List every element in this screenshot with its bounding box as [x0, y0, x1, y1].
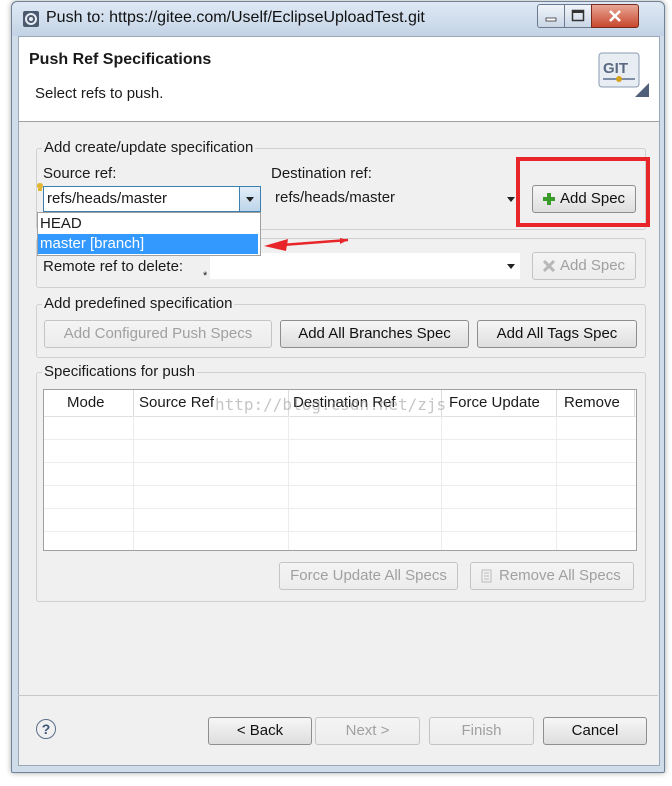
- grid-line: [44, 508, 636, 509]
- annotation-highlight-box: [516, 157, 650, 227]
- maximize-button[interactable]: [564, 4, 592, 28]
- annotation-arrow: [264, 238, 349, 251]
- grid-line: [44, 439, 636, 440]
- add-delete-spec-button[interactable]: Add Spec: [532, 252, 636, 280]
- dropdown-option-head[interactable]: HEAD: [38, 214, 258, 234]
- remove-all-specs-button[interactable]: Remove All Specs: [470, 562, 634, 590]
- specs-for-push-group-label: Specifications for push: [42, 363, 197, 380]
- source-ref-value: refs/heads/master: [47, 190, 168, 207]
- column-header-remove[interactable]: Remove: [564, 390, 620, 416]
- page-subtitle: Select refs to push.: [35, 85, 164, 102]
- page-title: Push Ref Specifications: [29, 51, 212, 68]
- window-title: Push to: https://gitee.com/Uself/Eclipse…: [46, 9, 425, 26]
- required-marker: *: [203, 270, 208, 282]
- column-header-source-ref[interactable]: Source Ref: [139, 390, 214, 416]
- source-ref-dropdown-list: HEAD master [branch]: [37, 212, 261, 256]
- column-separator: [133, 390, 134, 416]
- maximize-icon: [571, 9, 585, 22]
- grid-line: [288, 416, 289, 550]
- column-separator: [634, 390, 635, 416]
- remove-all-icon: [481, 569, 492, 583]
- grid-line: [44, 531, 636, 532]
- eclipse-app-icon: [23, 11, 39, 27]
- minimize-icon: [545, 17, 557, 22]
- back-button-label: < Back: [236, 722, 284, 739]
- source-ref-combo[interactable]: refs/heads/master: [43, 186, 261, 212]
- chevron-down-icon[interactable]: [507, 197, 515, 202]
- close-icon: [609, 10, 621, 22]
- next-button[interactable]: Next >: [315, 717, 420, 745]
- grid-line: [556, 416, 557, 550]
- chevron-down-icon: [246, 197, 254, 202]
- wizard-header: Push Ref Specifications Select refs to p…: [19, 37, 659, 122]
- source-ref-label: Source ref:: [43, 165, 117, 182]
- cancel-button[interactable]: Cancel: [543, 717, 647, 745]
- finish-button[interactable]: Finish: [429, 717, 534, 745]
- delete-x-icon: [543, 260, 555, 272]
- title-bar: Push to: https://gitee.com/Uself/Eclipse…: [12, 2, 664, 36]
- close-button[interactable]: [591, 4, 639, 28]
- source-ref-dropdown-button[interactable]: [239, 187, 260, 211]
- chevron-down-icon[interactable]: [507, 264, 515, 269]
- add-all-branches-spec-button[interactable]: Add All Branches Spec: [280, 320, 469, 348]
- column-header-force-update[interactable]: Force Update: [449, 390, 540, 416]
- create-spec-group-label: Add create/update specification: [42, 139, 256, 156]
- next-button-label: Next >: [345, 722, 390, 739]
- predefined-spec-group-label: Add predefined specification: [42, 295, 235, 312]
- add-configured-push-specs-button[interactable]: Add Configured Push Specs: [44, 320, 272, 348]
- remove-all-specs-button-label: Remove All Specs: [499, 567, 621, 584]
- destination-ref-value: refs/heads/master: [275, 189, 396, 206]
- git-logo-text: GIT: [603, 60, 628, 77]
- destination-ref-combo[interactable]: refs/heads/master: [270, 186, 520, 212]
- minimize-button[interactable]: [537, 4, 565, 28]
- help-icon[interactable]: ?: [36, 719, 56, 739]
- finish-button-label: Finish: [461, 722, 502, 739]
- column-separator: [556, 390, 557, 416]
- column-header-mode[interactable]: Mode: [67, 390, 105, 416]
- footer-separator: [18, 695, 658, 696]
- git-logo-icon: GIT: [598, 52, 649, 97]
- grid-line: [44, 485, 636, 486]
- add-all-tags-spec-button[interactable]: Add All Tags Spec: [477, 320, 637, 348]
- dropdown-option-master-branch[interactable]: master [branch]: [38, 234, 258, 254]
- force-update-all-specs-button[interactable]: Force Update All Specs: [279, 562, 458, 590]
- destination-ref-label: Destination ref:: [271, 165, 372, 182]
- remote-ref-to-delete-label: Remote ref to delete:: [43, 258, 184, 275]
- grid-line: [44, 462, 636, 463]
- watermark-text: http://blog.csdn.net/zjs: [215, 395, 447, 414]
- grid-line: [133, 416, 134, 550]
- remote-ref-to-delete-combo[interactable]: [210, 253, 520, 279]
- add-delete-spec-button-label: Add Spec: [560, 257, 626, 274]
- back-button[interactable]: < Back: [208, 717, 312, 745]
- grid-line: [441, 416, 442, 550]
- cancel-button-label: Cancel: [571, 722, 619, 739]
